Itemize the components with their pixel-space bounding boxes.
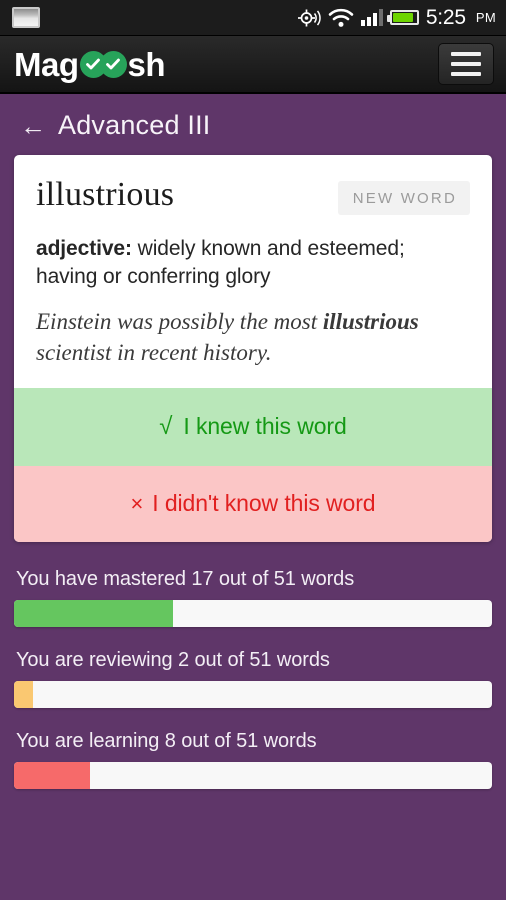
check-icon: √ xyxy=(159,412,173,440)
status-badge: NEW WORD xyxy=(337,181,470,215)
progress-group-reviewing: You are reviewing 2 out of 51 words xyxy=(14,649,492,708)
progress-group-mastered: You have mastered 17 out of 51 words xyxy=(14,568,492,627)
status-bar-notifications xyxy=(12,7,297,28)
screenshot-icon xyxy=(12,7,40,28)
progress-group-learning: You are learning 8 out of 51 words xyxy=(14,730,492,789)
example-prefix: Einstein was possibly the most xyxy=(36,309,323,335)
example-highlight-word: illustrious xyxy=(322,309,419,335)
knew-word-button[interactable]: √ I knew this word xyxy=(14,387,492,466)
check-circle-icon xyxy=(99,50,127,78)
gps-icon xyxy=(297,9,321,26)
back-arrow-icon[interactable]: ← xyxy=(20,113,46,139)
progress-fill-mastered xyxy=(14,599,174,627)
progress-label-learning: You are learning 8 out of 51 words xyxy=(16,729,317,752)
cross-icon: × xyxy=(130,490,144,516)
part-of-speech: adjective: xyxy=(36,237,132,260)
flashcard-body: illustrious NEW WORD adjective: widely k… xyxy=(14,155,492,388)
progress-track-reviewing xyxy=(14,680,492,708)
status-bar-ampm: PM xyxy=(475,10,496,25)
progress-track-learning xyxy=(14,761,492,789)
magoosh-logo: Mag sh xyxy=(14,36,166,92)
logo-checkmark-circles xyxy=(79,50,127,78)
progress-fill-learning xyxy=(14,761,91,789)
word-row: illustrious NEW WORD xyxy=(36,177,470,215)
page-title: Advanced III xyxy=(58,110,211,140)
progress-label-reviewing: You are reviewing 2 out of 51 words xyxy=(16,648,330,671)
battery-icon xyxy=(386,10,419,25)
example-sentence: Einstein was possibly the most illustrio… xyxy=(36,307,470,368)
signal-icon xyxy=(360,9,383,26)
progress-track-mastered xyxy=(14,599,492,627)
flashcard: illustrious NEW WORD adjective: widely k… xyxy=(14,155,492,542)
status-bar-indicators: 5:25 PM xyxy=(297,6,496,30)
status-bar-time: 5:25 xyxy=(425,5,466,29)
progress-fill-reviewing xyxy=(14,680,34,708)
page-header: ← Advanced III xyxy=(0,94,506,155)
progress-section: You have mastered 17 out of 51 words You… xyxy=(0,542,506,789)
wifi-icon xyxy=(328,8,354,27)
logo-text-last: sh xyxy=(127,45,166,83)
app-root: 5:25 PM Mag sh ← Advanced III illustriou… xyxy=(0,0,506,900)
logo-text-first: Mag xyxy=(14,45,79,83)
app-bar: Mag sh xyxy=(0,36,506,94)
word-definition: adjective: widely known and esteemed; ha… xyxy=(36,235,470,291)
didnt-know-word-button[interactable]: × I didn't know this word xyxy=(14,465,492,542)
hamburger-menu-icon[interactable] xyxy=(438,43,494,85)
knew-word-label: I knew this word xyxy=(183,413,347,440)
status-bar: 5:25 PM xyxy=(0,0,506,36)
didnt-know-word-label: I didn't know this word xyxy=(152,490,376,517)
progress-label-mastered: You have mastered 17 out of 51 words xyxy=(16,567,355,590)
example-suffix: scientist in recent history. xyxy=(36,339,272,365)
word-title: illustrious xyxy=(36,176,175,213)
